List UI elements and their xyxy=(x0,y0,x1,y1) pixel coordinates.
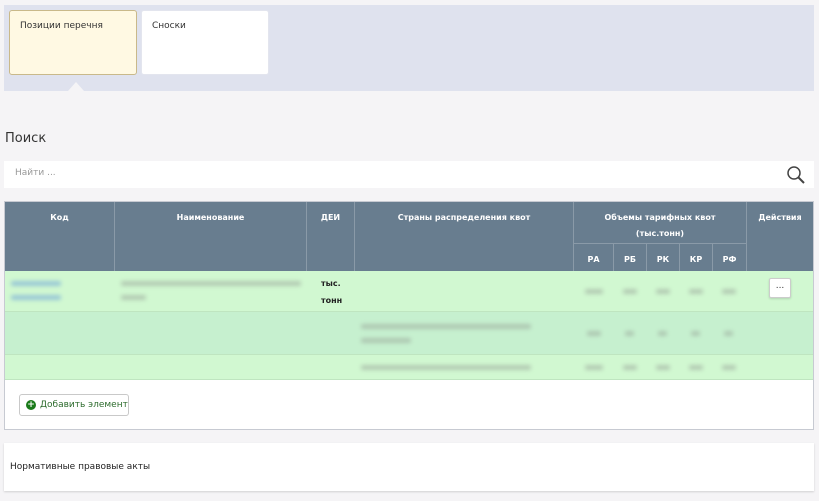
header-code: Код xyxy=(5,202,115,271)
header-rb: РБ xyxy=(614,244,647,271)
add-element-label: Добавить элемент xyxy=(40,400,128,410)
header-rf: РФ xyxy=(713,244,747,271)
table-row: тыс. тонн ... xyxy=(5,271,813,312)
search-input[interactable] xyxy=(15,168,715,178)
header-kr: КР xyxy=(680,244,713,271)
dei-value: тыс. тонн xyxy=(321,279,343,305)
positions-table: Код Наименование ДЕИ Страны распределени… xyxy=(4,201,814,430)
tab-footnotes[interactable]: Сноски xyxy=(141,10,269,75)
search-bar xyxy=(4,161,814,188)
header-name: Наименование xyxy=(115,202,307,271)
plus-circle-icon: + xyxy=(26,400,36,410)
tab-positions[interactable]: Позиции перечня xyxy=(9,10,137,75)
table-row xyxy=(5,355,813,380)
header-volumes: Объемы тарифных квот (тыс.тонн) xyxy=(574,202,747,244)
row-actions-button[interactable]: ... xyxy=(769,278,791,298)
active-tab-pointer xyxy=(68,82,84,91)
legal-acts-section[interactable]: Нормативные правовые акты xyxy=(4,443,814,491)
header-countries: Страны распределения квот xyxy=(355,202,574,271)
table-footer: + Добавить элемент xyxy=(5,380,813,429)
search-title: Поиск xyxy=(5,131,47,146)
legal-acts-label: Нормативные правовые акты xyxy=(10,462,151,472)
table-row xyxy=(5,312,813,355)
header-actions: Действия xyxy=(747,202,813,271)
header-ra: РА xyxy=(574,244,614,271)
header-rk: РК xyxy=(647,244,680,271)
search-icon[interactable] xyxy=(786,165,806,185)
add-element-button[interactable]: + Добавить элемент xyxy=(19,394,129,416)
header-dei: ДЕИ xyxy=(307,202,355,271)
